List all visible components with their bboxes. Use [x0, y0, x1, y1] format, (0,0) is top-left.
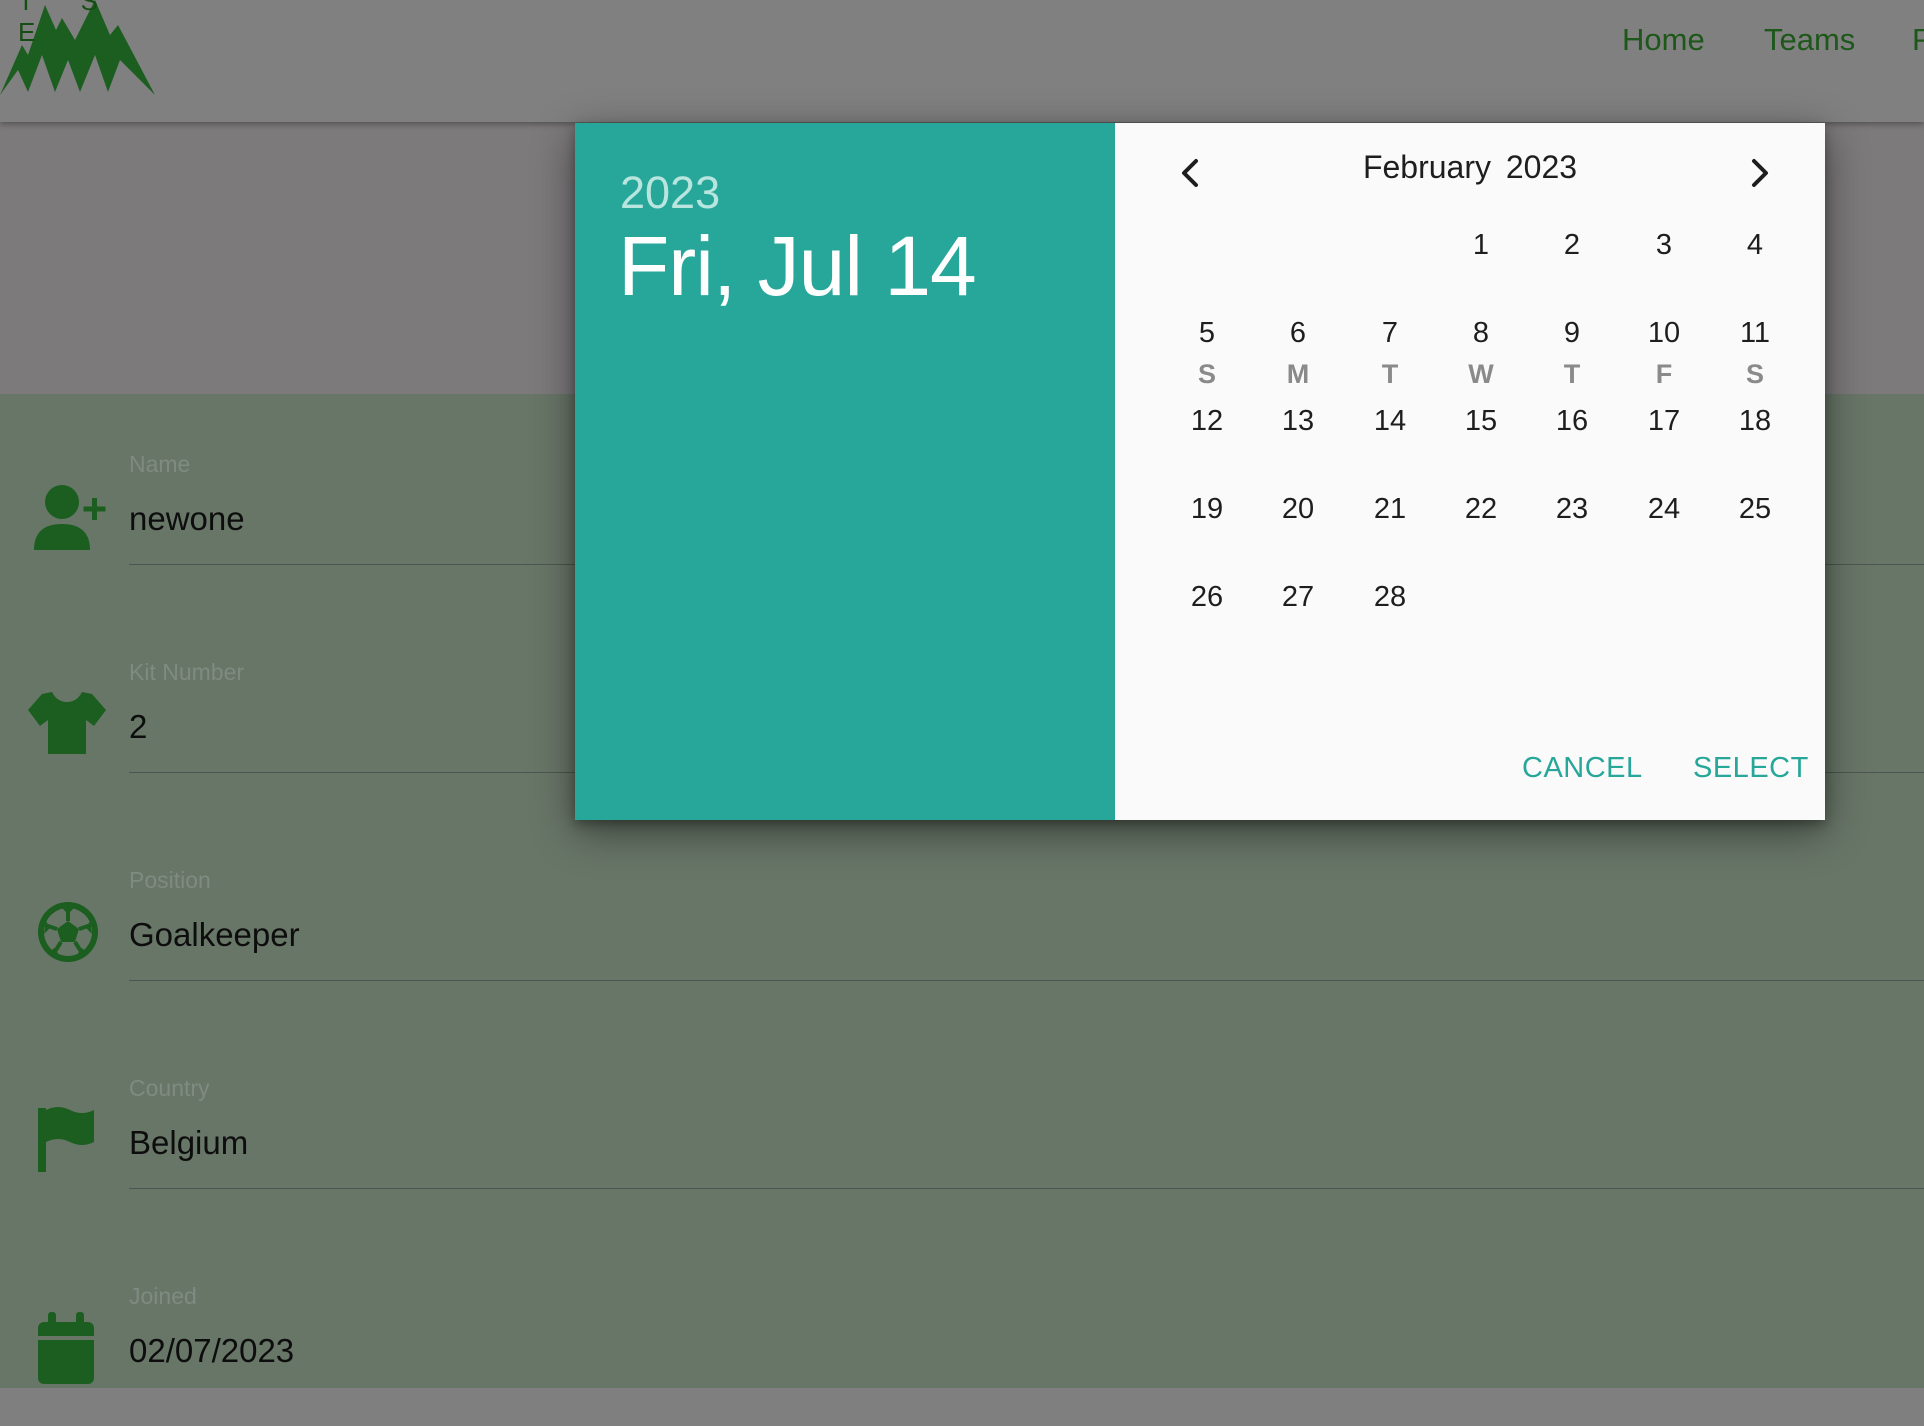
date-picker-header: 2023 Fri, Jul 14	[575, 123, 1115, 820]
weekday-label: T	[1563, 359, 1581, 389]
calendar-day[interactable]: 20	[1263, 479, 1333, 539]
add-user-icon	[28, 480, 106, 556]
calendar-day[interactable]: 25	[1720, 479, 1790, 539]
calendar-day[interactable]: 21	[1355, 479, 1425, 539]
nav-more-link[interactable]: P	[1912, 22, 1924, 58]
name-label: Name	[129, 451, 191, 477]
calendar-day[interactable]: 7	[1355, 303, 1425, 363]
next-month-button[interactable]	[1729, 143, 1789, 203]
country-field[interactable]: Country Belgium	[0, 1018, 1924, 1218]
weekday-label: S	[1745, 359, 1764, 389]
calendar-day[interactable]: 2	[1537, 215, 1607, 275]
shirt-icon	[28, 688, 106, 764]
calendar-day[interactable]: 26	[1172, 567, 1242, 627]
cancel-button[interactable]: CANCEL	[1522, 752, 1643, 785]
weekday-label: M	[1286, 359, 1310, 389]
calendar-day[interactable]: 4	[1720, 215, 1790, 275]
nav-home-link[interactable]: Home	[1622, 22, 1705, 58]
logo-letters: T S E	[18, 0, 118, 47]
date-picker-dialog: 2023 Fri, Jul 14 February 2023 SMTWTFS 1…	[575, 123, 1825, 820]
team-logo[interactable]: T S E	[0, 0, 160, 100]
name-value[interactable]: newone	[129, 500, 245, 538]
calendar-day[interactable]: 6	[1263, 303, 1333, 363]
country-value[interactable]: Belgium	[129, 1124, 248, 1162]
weekday-label: T	[1381, 359, 1399, 389]
calendar-day[interactable]: 9	[1537, 303, 1607, 363]
calendar-day[interactable]: 1	[1446, 215, 1516, 275]
calendar-day[interactable]: 18	[1720, 391, 1790, 451]
select-button[interactable]: SELECT	[1693, 752, 1809, 785]
calendar-panel: February 2023 SMTWTFS 1 2 3 4 5 6 7 8 9 10 11 12 13 1…	[1115, 123, 1825, 820]
weekday-label: S	[1197, 359, 1216, 389]
weekday-label: F	[1655, 359, 1673, 389]
calendar-day[interactable]: 13	[1263, 391, 1333, 451]
country-label: Country	[129, 1075, 210, 1101]
calendar-day[interactable]: 22	[1446, 479, 1516, 539]
calendar-day[interactable]: 16	[1537, 391, 1607, 451]
calendar-day[interactable]: 24	[1629, 479, 1699, 539]
calendar-day[interactable]: 23	[1537, 479, 1607, 539]
header-year[interactable]: 2023	[620, 167, 720, 219]
kit-number-label: Kit Number	[129, 659, 245, 685]
calendar-day[interactable]: 27	[1263, 567, 1333, 627]
calendar-day[interactable]: 10	[1629, 303, 1699, 363]
calendar-day[interactable]: 3	[1629, 215, 1699, 275]
flag-icon	[28, 1102, 104, 1178]
weekday-label: W	[1468, 359, 1494, 389]
position-underline	[129, 980, 1924, 981]
calendar-day[interactable]: 5	[1172, 303, 1242, 363]
joined-field[interactable]: Joined 02/07/2023	[0, 1226, 1924, 1426]
joined-label: Joined	[129, 1283, 197, 1309]
calendar-day[interactable]: 15	[1446, 391, 1516, 451]
position-label: Position	[129, 867, 211, 893]
calendar-day[interactable]: 17	[1629, 391, 1699, 451]
calendar-day[interactable]: 8	[1446, 303, 1516, 363]
calendar-icon	[28, 1310, 104, 1386]
calendar-day[interactable]: 14	[1355, 391, 1425, 451]
top-navbar: T S E Home Teams P	[0, 0, 1924, 122]
calendar-day[interactable]: 11	[1720, 303, 1790, 363]
month-year-label: February 2023	[1362, 149, 1578, 185]
joined-value[interactable]: 02/07/2023	[129, 1332, 294, 1370]
chevron-right-icon	[1752, 159, 1768, 187]
calendar-day[interactable]: 28	[1355, 567, 1425, 627]
calendar-day[interactable]: 12	[1172, 391, 1242, 451]
position-value[interactable]: Goalkeeper	[129, 916, 300, 954]
header-selected-date: Fri, Jul 14	[618, 219, 977, 313]
nav-teams-link[interactable]: Teams	[1764, 22, 1855, 58]
position-field[interactable]: Position Goalkeeper	[0, 810, 1924, 1010]
country-underline	[129, 1188, 1924, 1189]
kit-number-value[interactable]: 2	[129, 708, 147, 746]
soccer-ball-icon	[28, 894, 104, 970]
calendar-day[interactable]: 19	[1172, 479, 1242, 539]
